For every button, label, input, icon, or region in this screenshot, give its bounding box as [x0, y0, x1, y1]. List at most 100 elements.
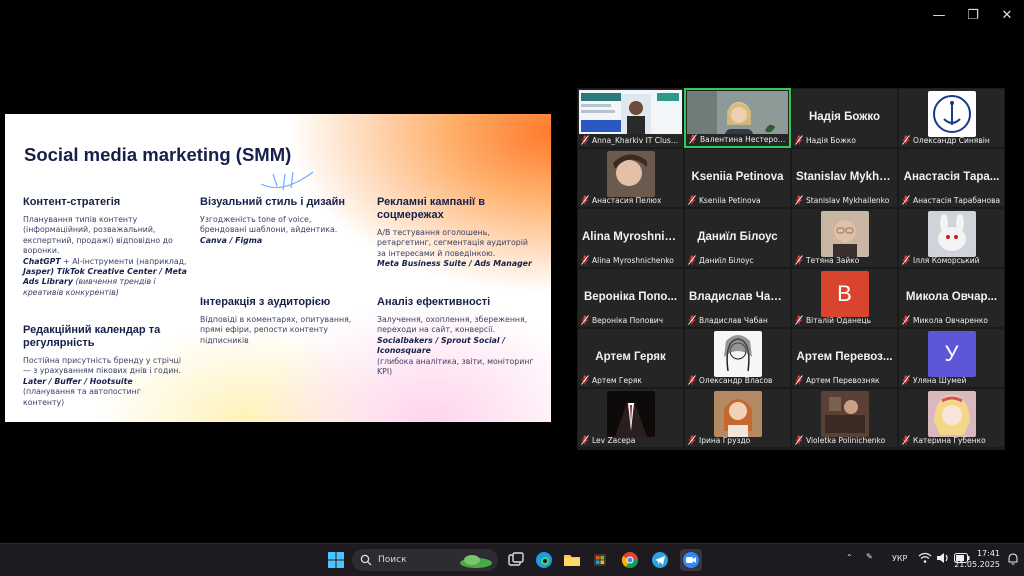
participant-tile[interactable]: Олександр Власов — [684, 328, 791, 388]
participant-name: Артем Перевозняк — [806, 375, 880, 385]
participant-name: Тетяна Зайко — [806, 255, 860, 265]
section-ad-campaigns: Рекламні кампанії в соцмережах A/B тесту… — [377, 196, 537, 270]
participant-tile[interactable]: Anna_Kharkiv IT Cluster — [577, 88, 684, 148]
participant-name: Микола Овчаренко — [913, 315, 988, 325]
mic-muted-icon — [689, 134, 697, 144]
participant-tile[interactable]: Alina Myroshnic... Alina Myroshnichenko — [577, 208, 684, 268]
section-heading: Рекламні кампанії в соцмережах — [377, 196, 485, 221]
participant-name-bar: Ілля Коморський — [902, 255, 1001, 265]
participant-tile[interactable]: Артем Перевоз... Артем Перевозняк — [791, 328, 898, 388]
participant-tile[interactable]: Violetka Polinichenko — [791, 388, 898, 448]
participant-tile[interactable]: Олександр Синявін — [898, 88, 1005, 148]
notifications-icon[interactable] — [1008, 553, 1018, 567]
section-text: Залучення, охоплення, збереження, перехо… — [377, 315, 537, 377]
mic-muted-icon — [795, 255, 803, 265]
minimize-icon[interactable]: — — [922, 6, 956, 24]
participant-name: Олександр Синявін — [913, 135, 990, 145]
participant-tile[interactable]: Тетяна Зайко — [791, 208, 898, 268]
participant-tile[interactable]: Надія Божко Надія Божко — [791, 88, 898, 148]
avatar: У — [927, 331, 976, 377]
section-tools: Socialbakers / Sprout Social / Iconosqua… — [377, 335, 506, 356]
participant-tile[interactable]: Даниїл Білоус Даниїл Білоус — [684, 208, 791, 268]
mic-muted-icon — [902, 255, 910, 265]
participant-gallery: Anna_Kharkiv IT Cluster Валентина Нестеро… — [577, 88, 1005, 450]
section-body: Залучення, охоплення, збереження, перехо… — [377, 315, 528, 335]
participant-tile[interactable]: Stanislav Mykha... Stanislav Mykhailenko — [791, 148, 898, 208]
system-clock[interactable]: 17:41 21.05.2025 — [954, 548, 1000, 570]
participant-video — [713, 391, 762, 437]
mic-muted-icon — [795, 195, 803, 205]
participant-tile[interactable]: Ілля Коморський — [898, 208, 1005, 268]
volume-icon[interactable] — [936, 552, 950, 566]
participant-display-name: Артем Геряк — [595, 351, 666, 363]
participant-tile[interactable]: Микола Овчар... Микола Овчаренко — [898, 268, 1005, 328]
participant-tile[interactable]: Артем Геряк Артем Геряк — [577, 328, 684, 388]
participant-name-bar: Анастасия Пелюх — [581, 195, 680, 205]
participant-tile[interactable]: Катерина Губенко — [898, 388, 1005, 448]
shared-screen-slide: Social media marketing (SMM) Контент-стр… — [5, 114, 551, 422]
wifi-icon[interactable] — [918, 552, 932, 566]
participant-video — [927, 391, 976, 437]
file-explorer-icon[interactable] — [562, 550, 582, 570]
participant-name-bar: Alina Myroshnichenko — [581, 255, 680, 265]
participant-video — [820, 391, 869, 437]
edge-browser-icon[interactable] — [534, 550, 554, 570]
section-audience-interaction: Інтеракція з аудиторією Відповіді в коме… — [200, 296, 360, 346]
section-tools-text: (глибока аналітика, звіти, моніторинг KP… — [377, 356, 534, 377]
language-indicator[interactable]: УКР — [892, 554, 907, 563]
participant-name-bar: Владислав Чабан — [688, 315, 787, 325]
pen-tray-icon[interactable]: ✎ — [866, 552, 873, 561]
participant-name-bar: Анастасія Тарабанова — [902, 195, 1001, 205]
store-icon[interactable] — [590, 550, 610, 570]
participant-tile[interactable]: Анастасия Пелюх — [577, 148, 684, 208]
section-text: Узгодженість tone of voice, брендовані ш… — [200, 215, 360, 246]
participant-name: Валентина Нестерова — [700, 134, 786, 144]
telegram-icon[interactable] — [650, 550, 670, 570]
task-view-icon[interactable] — [506, 550, 526, 570]
start-button[interactable] — [326, 550, 346, 570]
section-tools: Meta Business Suite / Ads Manager — [377, 259, 532, 269]
slide-title: Social media marketing (SMM) — [24, 144, 292, 165]
section-tools: Later / Buffer / Hootsuite — [23, 376, 133, 386]
participant-name: Ірина Груздо — [699, 435, 751, 445]
restore-icon[interactable]: ❐ — [956, 6, 990, 24]
mic-muted-icon — [688, 315, 696, 325]
participant-name: Віталій Оданець — [806, 315, 872, 325]
mic-muted-icon — [581, 435, 589, 445]
close-icon[interactable]: ✕ — [990, 6, 1024, 24]
windows-icon — [328, 552, 344, 568]
section-body: Узгодженість tone of voice, брендовані ш… — [200, 215, 338, 235]
participant-tile[interactable]: Анастасія Тара... Анастасія Тарабанова — [898, 148, 1005, 208]
participant-tile[interactable]: Lev Zacepa — [577, 388, 684, 448]
participant-tile[interactable]: Kseniia Petinova Kseniia Petinova — [684, 148, 791, 208]
mic-muted-icon — [581, 255, 589, 265]
participant-name: Даниїл Білоус — [699, 255, 754, 265]
participant-name: Lev Zacepa — [592, 435, 636, 445]
search-highlight-icon — [460, 555, 492, 568]
participant-name-bar: Anna_Kharkiv IT Cluster — [581, 135, 680, 145]
zoom-app-icon[interactable] — [680, 549, 702, 571]
participant-tile[interactable]: Владислав Чаб... Владислав Чабан — [684, 268, 791, 328]
section-body: Постійна присутність бренду у стрічці — … — [23, 356, 182, 376]
participant-name-bar: Артем Геряк — [581, 375, 680, 385]
participant-name-bar: Олександр Синявін — [902, 135, 1001, 145]
taskbar: Поиск ⌃ ✎ УКР 17:41 21.05.2025 — [0, 543, 1024, 576]
section-text: Планування типів контенту (інформаційний… — [23, 215, 191, 298]
section-performance-analysis: Аналіз ефективності Залучення, охоплення… — [377, 296, 537, 377]
participant-tile[interactable]: Валентина Нестерова — [684, 88, 791, 148]
participant-name: Ілля Коморський — [913, 255, 980, 265]
participant-tile[interactable]: Вероніка Попо... Вероніка Попович — [577, 268, 684, 328]
participant-name-bar: Валентина Нестерова — [689, 134, 786, 144]
chrome-icon[interactable] — [620, 550, 640, 570]
window-controls: — ❐ ✕ — [922, 6, 1024, 24]
participant-tile[interactable]: Ірина Груздо — [684, 388, 791, 448]
tray-expand-icon[interactable]: ⌃ — [846, 553, 853, 562]
mic-muted-icon — [688, 255, 696, 265]
mic-muted-icon — [902, 135, 910, 145]
participant-tile[interactable]: B Віталій Оданець — [791, 268, 898, 328]
participant-tile[interactable]: У Уляна Шумей — [898, 328, 1005, 388]
mic-muted-icon — [795, 135, 803, 145]
participant-video — [713, 331, 762, 377]
mic-muted-icon — [795, 435, 803, 445]
taskbar-search[interactable]: Поиск — [352, 549, 498, 571]
